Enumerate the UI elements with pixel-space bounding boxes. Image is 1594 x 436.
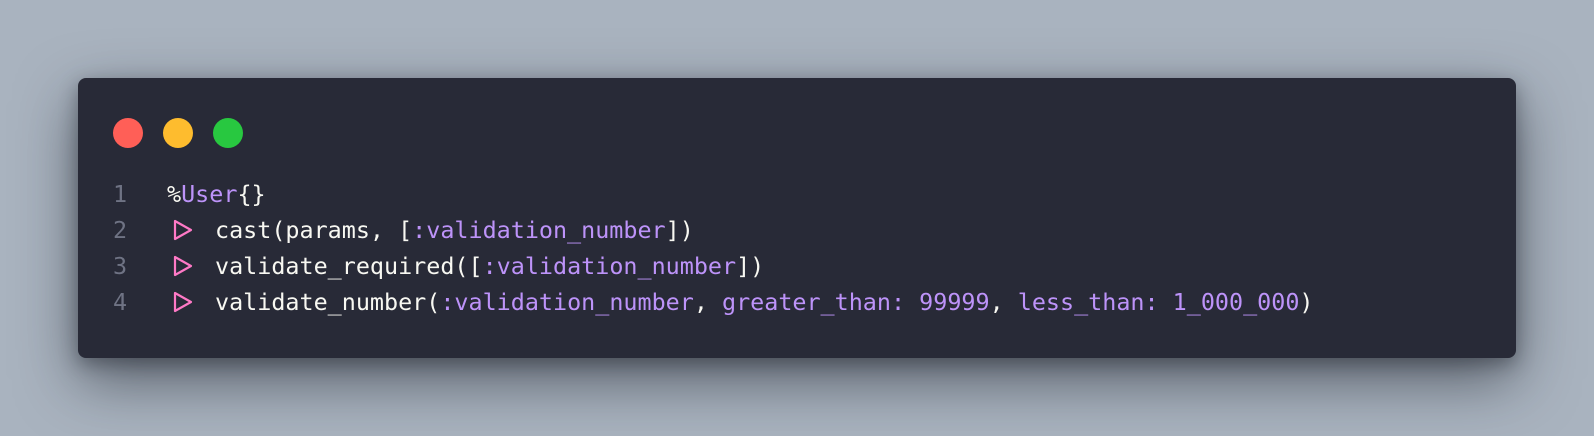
code-token: validate_number( [215,288,441,316]
code-window: 1% User{} 2 cast(params, [:validation_numbe… [78,78,1516,358]
window-controls [113,118,243,148]
code-line: 4 validate_number(:validation_number, gre… [113,284,1314,320]
code-token: validate_required([ [215,252,483,280]
maximize-button[interactable] [213,118,243,148]
minimize-button[interactable] [163,118,193,148]
code-token: , [989,288,1018,316]
code-token: greater_than: [721,288,906,316]
code-token: , [693,288,722,316]
code-token: ) [1299,288,1314,316]
code-token: less_than: [1017,288,1159,316]
line-number: 4 [113,288,128,316]
code-token: :validation_number [412,216,666,244]
code-token: {} [237,180,266,208]
code-block: 1% User{} 2 cast(params, [:validation_numbe… [113,176,1314,320]
code-line: 2 cast(params, [:validation_number]) [113,212,1314,248]
code-token: ]) [665,216,694,244]
line-number: 3 [113,252,128,280]
code-token: User [181,180,238,208]
code-token: ]) [736,252,765,280]
code-token: :validation_number [440,288,694,316]
line-number: 2 [113,216,128,244]
code-line: 3 validate_required([:validation_number]) [113,248,1314,284]
code-token: cast(params, [ [215,216,413,244]
code-token: :validation_number [482,252,737,280]
code-token: 1_000_000 [1172,288,1300,316]
code-line: 1% User{} [113,176,1314,212]
code-token: % [167,180,182,208]
close-button[interactable] [113,118,143,148]
line-number: 1 [113,180,128,208]
code-token: 99999 [919,288,990,316]
